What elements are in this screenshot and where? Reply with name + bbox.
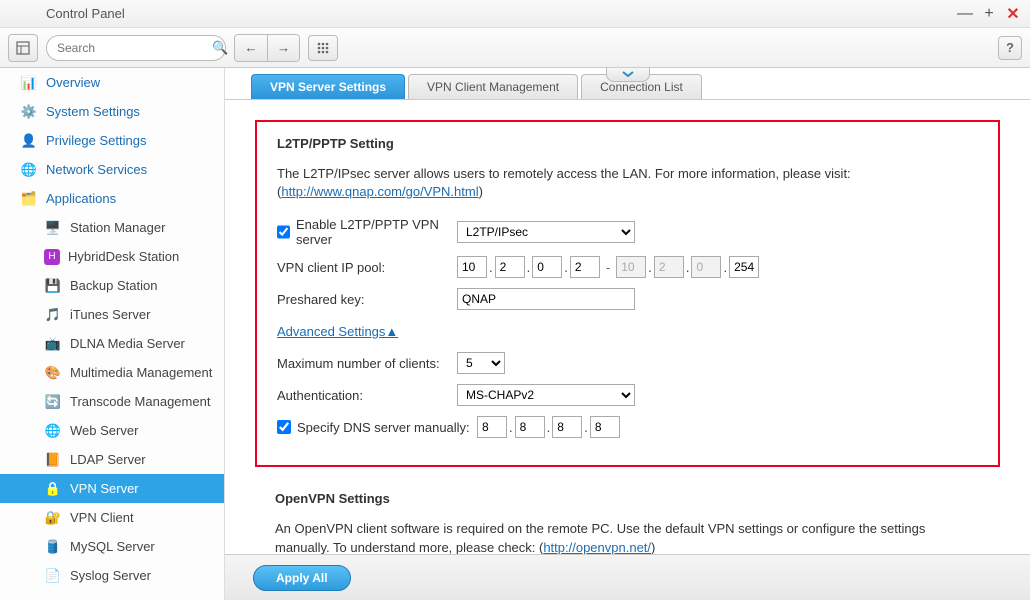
l2tp-info-link[interactable]: http://www.qnap.com/go/VPN.html (281, 184, 478, 199)
ip-start-2[interactable] (495, 256, 525, 278)
sidebar-item-itunes[interactable]: 🎵iTunes Server (0, 300, 224, 329)
dns-4[interactable] (590, 416, 620, 438)
sidebar-item-vpn-server[interactable]: 🔒VPN Server (0, 474, 224, 503)
psk-label: Preshared key: (277, 292, 457, 307)
dns-manual-label[interactable]: Specify DNS server manually: (277, 420, 477, 435)
auth-label: Authentication: (277, 388, 457, 403)
auth-select[interactable]: MS-CHAPv2 (457, 384, 635, 406)
ip-start-1[interactable] (457, 256, 487, 278)
dns-3[interactable] (552, 416, 582, 438)
web-icon: 🌐 (44, 422, 62, 440)
user-icon: 👤 (20, 132, 38, 150)
titlebar: Control Panel — + ✕ (0, 0, 1030, 28)
ip-start-3[interactable] (532, 256, 562, 278)
footer-bar: Apply All (225, 554, 1030, 600)
dlna-icon: 📺 (44, 335, 62, 353)
home-grid-button[interactable] (8, 34, 38, 62)
hybriddesk-icon: H (44, 249, 60, 265)
close-button[interactable]: ✕ (1006, 7, 1020, 21)
transcode-icon: 🔄 (44, 393, 62, 411)
help-button[interactable]: ? (998, 36, 1022, 60)
backup-icon: 💾 (44, 277, 62, 295)
sidebar-item-ldap[interactable]: 📙LDAP Server (0, 445, 224, 474)
collapse-handle[interactable] (606, 68, 650, 82)
globe-icon: 🌐 (20, 161, 38, 179)
tab-bar: VPN Server Settings VPN Client Managemen… (225, 68, 1030, 100)
advanced-settings-toggle[interactable]: Advanced Settings▲ (277, 324, 398, 339)
apply-all-button[interactable]: Apply All (253, 565, 351, 591)
max-clients-label: Maximum number of clients: (277, 356, 457, 371)
openvpn-title: OpenVPN Settings (275, 491, 980, 506)
overview-icon: 📊 (20, 74, 38, 92)
minimize-button[interactable]: — (958, 7, 972, 21)
dns-manual-checkbox[interactable] (277, 420, 291, 434)
ip-end-3 (691, 256, 721, 278)
sidebar-item-syslog[interactable]: 📄Syslog Server (0, 561, 224, 590)
tab-vpn-server-settings[interactable]: VPN Server Settings (251, 74, 405, 99)
sidebar-item-overview[interactable]: 📊Overview (0, 68, 224, 97)
tab-vpn-client-management[interactable]: VPN Client Management (408, 74, 578, 99)
vpn-server-icon: 🔒 (44, 480, 62, 498)
sidebar-item-privilege-settings[interactable]: 👤Privilege Settings (0, 126, 224, 155)
ip-pool-start: . . . (457, 256, 600, 278)
psk-input[interactable] (457, 288, 635, 310)
ip-pool-label: VPN client IP pool: (277, 260, 457, 275)
mysql-icon: 🛢️ (44, 538, 62, 556)
toolbar: 🔍 ← → ? (0, 28, 1030, 68)
sidebar-item-system-settings[interactable]: ⚙️System Settings (0, 97, 224, 126)
sidebar-item-mysql[interactable]: 🛢️MySQL Server (0, 532, 224, 561)
openvpn-link[interactable]: http://openvpn.net/ (543, 540, 651, 554)
station-icon: 🖥️ (44, 219, 62, 237)
dns-1[interactable] (477, 416, 507, 438)
openvpn-section: OpenVPN Settings An OpenVPN client softw… (255, 491, 1000, 554)
l2tp-description: The L2TP/IPsec server allows users to re… (277, 165, 978, 201)
sidebar-item-vpn-client[interactable]: 🔐VPN Client (0, 503, 224, 532)
sidebar-item-dlna[interactable]: 📺DLNA Media Server (0, 329, 224, 358)
app-switcher-button[interactable] (308, 35, 338, 61)
window-title: Control Panel (10, 6, 958, 21)
sidebar-item-multimedia[interactable]: 🎨Multimedia Management (0, 358, 224, 387)
syslog-icon: 📄 (44, 567, 62, 585)
vpn-client-icon: 🔐 (44, 509, 62, 527)
maximize-button[interactable]: + (982, 7, 996, 21)
sidebar-item-backup-station[interactable]: 💾Backup Station (0, 271, 224, 300)
l2tp-section: L2TP/PPTP Setting The L2TP/IPsec server … (255, 120, 1000, 467)
ldap-icon: 📙 (44, 451, 62, 469)
max-clients-select[interactable]: 5 (457, 352, 505, 374)
enable-l2tp-checkbox[interactable] (277, 225, 290, 239)
l2tp-title: L2TP/PPTP Setting (277, 136, 978, 151)
apps-folder-icon: 🗂️ (20, 190, 38, 208)
enable-l2tp-label[interactable]: Enable L2TP/PPTP VPN server (277, 217, 457, 247)
grid-icon (16, 41, 30, 55)
sidebar-item-station-manager[interactable]: 🖥️Station Manager (0, 213, 224, 242)
sidebar-item-transcode[interactable]: 🔄Transcode Management (0, 387, 224, 416)
search-icon: 🔍 (212, 40, 228, 56)
sidebar-item-network-services[interactable]: 🌐Network Services (0, 155, 224, 184)
dns-2[interactable] (515, 416, 545, 438)
search-box[interactable]: 🔍 (46, 35, 226, 61)
openvpn-description: An OpenVPN client software is required o… (275, 520, 980, 554)
gear-icon: ⚙️ (20, 103, 38, 121)
ip-end-1 (616, 256, 646, 278)
multimedia-icon: 🎨 (44, 364, 62, 382)
forward-button[interactable]: → (267, 35, 299, 61)
protocol-select[interactable]: L2TP/IPsec (457, 221, 635, 243)
ip-pool-end: . . . (616, 256, 759, 278)
sidebar: 📊Overview ⚙️System Settings 👤Privilege S… (0, 68, 225, 600)
sidebar-item-web-server[interactable]: 🌐Web Server (0, 416, 224, 445)
chevron-down-icon (621, 70, 635, 78)
sidebar-item-applications[interactable]: 🗂️Applications (0, 184, 224, 213)
content-pane: L2TP/PPTP Setting The L2TP/IPsec server … (225, 100, 1030, 554)
ip-end-4[interactable] (729, 256, 759, 278)
ip-end-2 (654, 256, 684, 278)
ip-start-4[interactable] (570, 256, 600, 278)
back-button[interactable]: ← (235, 35, 267, 61)
itunes-icon: 🎵 (44, 306, 62, 324)
apps-icon (317, 42, 329, 54)
dns-ip-group: . . . (477, 416, 620, 438)
sidebar-item-hybriddesk[interactable]: HHybridDesk Station (0, 242, 224, 271)
search-input[interactable] (57, 41, 212, 55)
